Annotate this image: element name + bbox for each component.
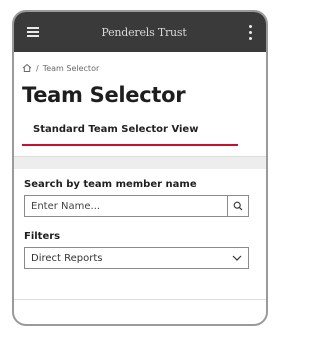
menu-icon[interactable] — [24, 22, 44, 42]
search-button[interactable] — [227, 196, 248, 216]
more-vert-icon[interactable] — [244, 22, 258, 42]
breadcrumb-separator: / — [36, 63, 39, 73]
search-icon — [233, 201, 243, 211]
page-title: Team Selector — [22, 83, 186, 107]
filters-select[interactable]: Direct Reports — [24, 247, 249, 269]
bottom-divider — [14, 299, 266, 300]
breadcrumb-current: Team Selector — [42, 63, 100, 73]
phone-frame: Penderels Trust / Team Selector Team Sel… — [12, 10, 268, 326]
search-label: Search by team member name — [24, 179, 197, 190]
tab-bar: Standard Team Selector View — [22, 117, 238, 146]
chevron-down-icon — [232, 255, 242, 261]
breadcrumb: / Team Selector — [14, 52, 266, 73]
home-icon[interactable] — [22, 63, 32, 73]
brand-logo: Penderels Trust — [101, 25, 187, 39]
main-content: / Team Selector Team Selector Standard T… — [14, 52, 266, 269]
search-form: Search by team member name Filters Direc… — [14, 169, 266, 269]
filters-selected-value: Direct Reports — [31, 252, 103, 264]
section-divider — [14, 156, 266, 169]
filters-label: Filters — [24, 231, 61, 242]
tab-standard-view[interactable]: Standard Team Selector View — [22, 124, 198, 144]
app-bar: Penderels Trust — [14, 12, 266, 52]
search-field — [24, 195, 249, 217]
search-input[interactable] — [25, 196, 227, 216]
